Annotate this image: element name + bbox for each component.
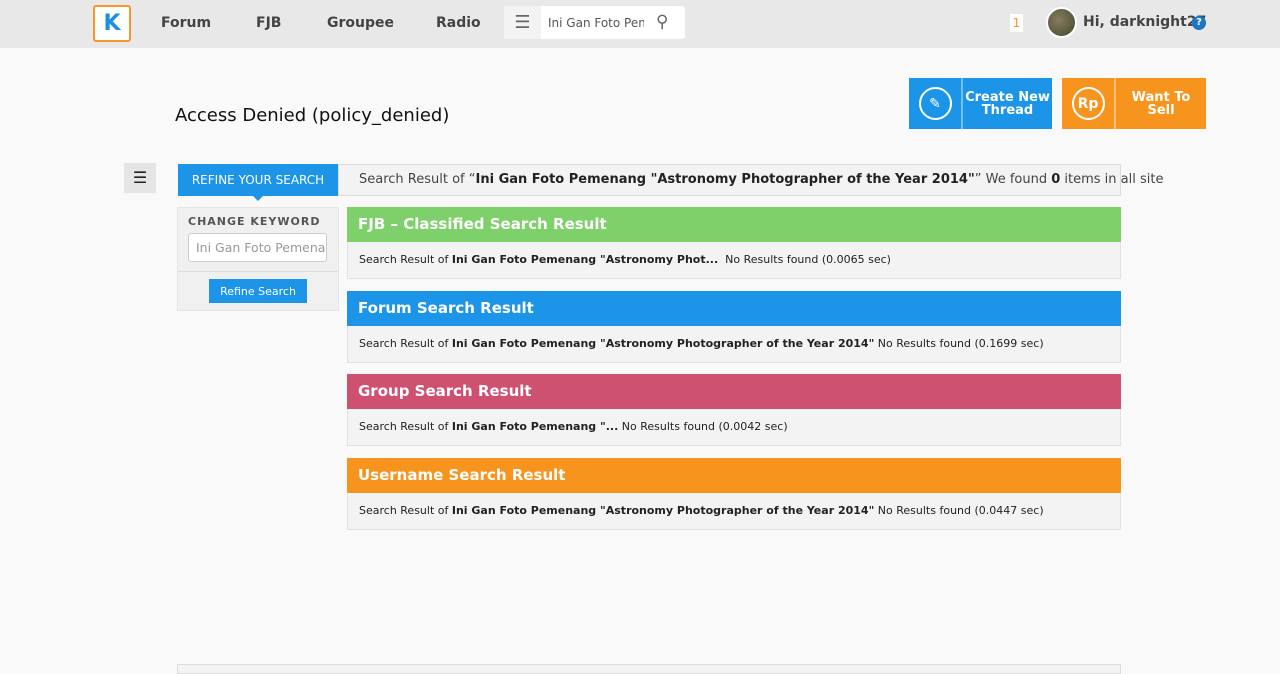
divider xyxy=(178,271,338,272)
rupiah-icon: Rp xyxy=(1071,87,1105,120)
nav-forum[interactable]: Forum xyxy=(161,15,211,31)
create-thread-button[interactable]: ✎ Create New Thread xyxy=(909,78,1052,129)
create-thread-label: Create New Thread xyxy=(965,89,1050,118)
avatar[interactable] xyxy=(1046,7,1077,38)
nav-groupee[interactable]: Groupee xyxy=(327,15,394,31)
group-result-section: Group Search Result Search Result of Ini… xyxy=(347,374,1121,446)
help-icon[interactable]: ? xyxy=(1192,16,1206,30)
change-keyword-label: CHANGE KEYWORD xyxy=(188,215,321,228)
search-box: ☰ ⚲ xyxy=(504,6,685,39)
want-to-sell-label: Want To Sell xyxy=(1131,89,1191,118)
forum-result-section: Forum Search Result Search Result of Ini… xyxy=(347,291,1121,363)
footer xyxy=(177,664,1121,674)
search-summary: Search Result of “Ini Gan Foto Pemenang … xyxy=(338,164,1163,196)
refine-search-button[interactable]: Refine Search xyxy=(209,279,307,303)
tab-refine-search[interactable]: REFINE YOUR SEARCH xyxy=(178,164,338,201)
keyword-input[interactable] xyxy=(188,233,327,262)
section-result: Search Result of Ini Gan Foto Pemenang "… xyxy=(347,242,1121,279)
section-result: Search Result of Ini Gan Foto Pemenang "… xyxy=(347,409,1121,446)
nav-radio[interactable]: Radio xyxy=(436,15,481,31)
page-title: Access Denied (policy_denied) xyxy=(175,105,450,126)
notification-badge[interactable]: 1 xyxy=(1010,14,1023,32)
section-result: Search Result of Ini Gan Foto Pemenang "… xyxy=(347,493,1121,530)
username-result-section: Username Search Result Search Result of … xyxy=(347,458,1121,530)
refine-panel: CHANGE KEYWORD Refine Search xyxy=(177,207,339,311)
hamburger-menu-icon[interactable]: ☰ xyxy=(504,6,541,39)
sidebar-toggle-icon[interactable]: ☰ xyxy=(124,163,156,193)
section-result: Search Result of Ini Gan Foto Pemenang "… xyxy=(347,326,1121,363)
section-title[interactable]: Forum Search Result xyxy=(347,291,1121,326)
section-title[interactable]: Username Search Result xyxy=(347,458,1121,493)
fjb-result-section: FJB – Classified Search Result Search Re… xyxy=(347,207,1121,279)
kaskus-logo[interactable]: K xyxy=(93,5,131,42)
user-greeting[interactable]: Hi, darknight27 xyxy=(1083,14,1206,30)
top-navbar: K Forum FJB Groupee Radio ☰ ⚲ 1 Hi, dark… xyxy=(0,0,1280,48)
section-title[interactable]: Group Search Result xyxy=(347,374,1121,409)
nav-fjb[interactable]: FJB xyxy=(256,15,281,31)
want-to-sell-button[interactable]: Rp Want To Sell xyxy=(1062,78,1206,129)
section-title[interactable]: FJB – Classified Search Result xyxy=(347,207,1121,242)
pencil-icon: ✎ xyxy=(918,87,952,120)
search-icon[interactable]: ⚲ xyxy=(656,12,668,32)
search-input[interactable] xyxy=(548,6,644,39)
